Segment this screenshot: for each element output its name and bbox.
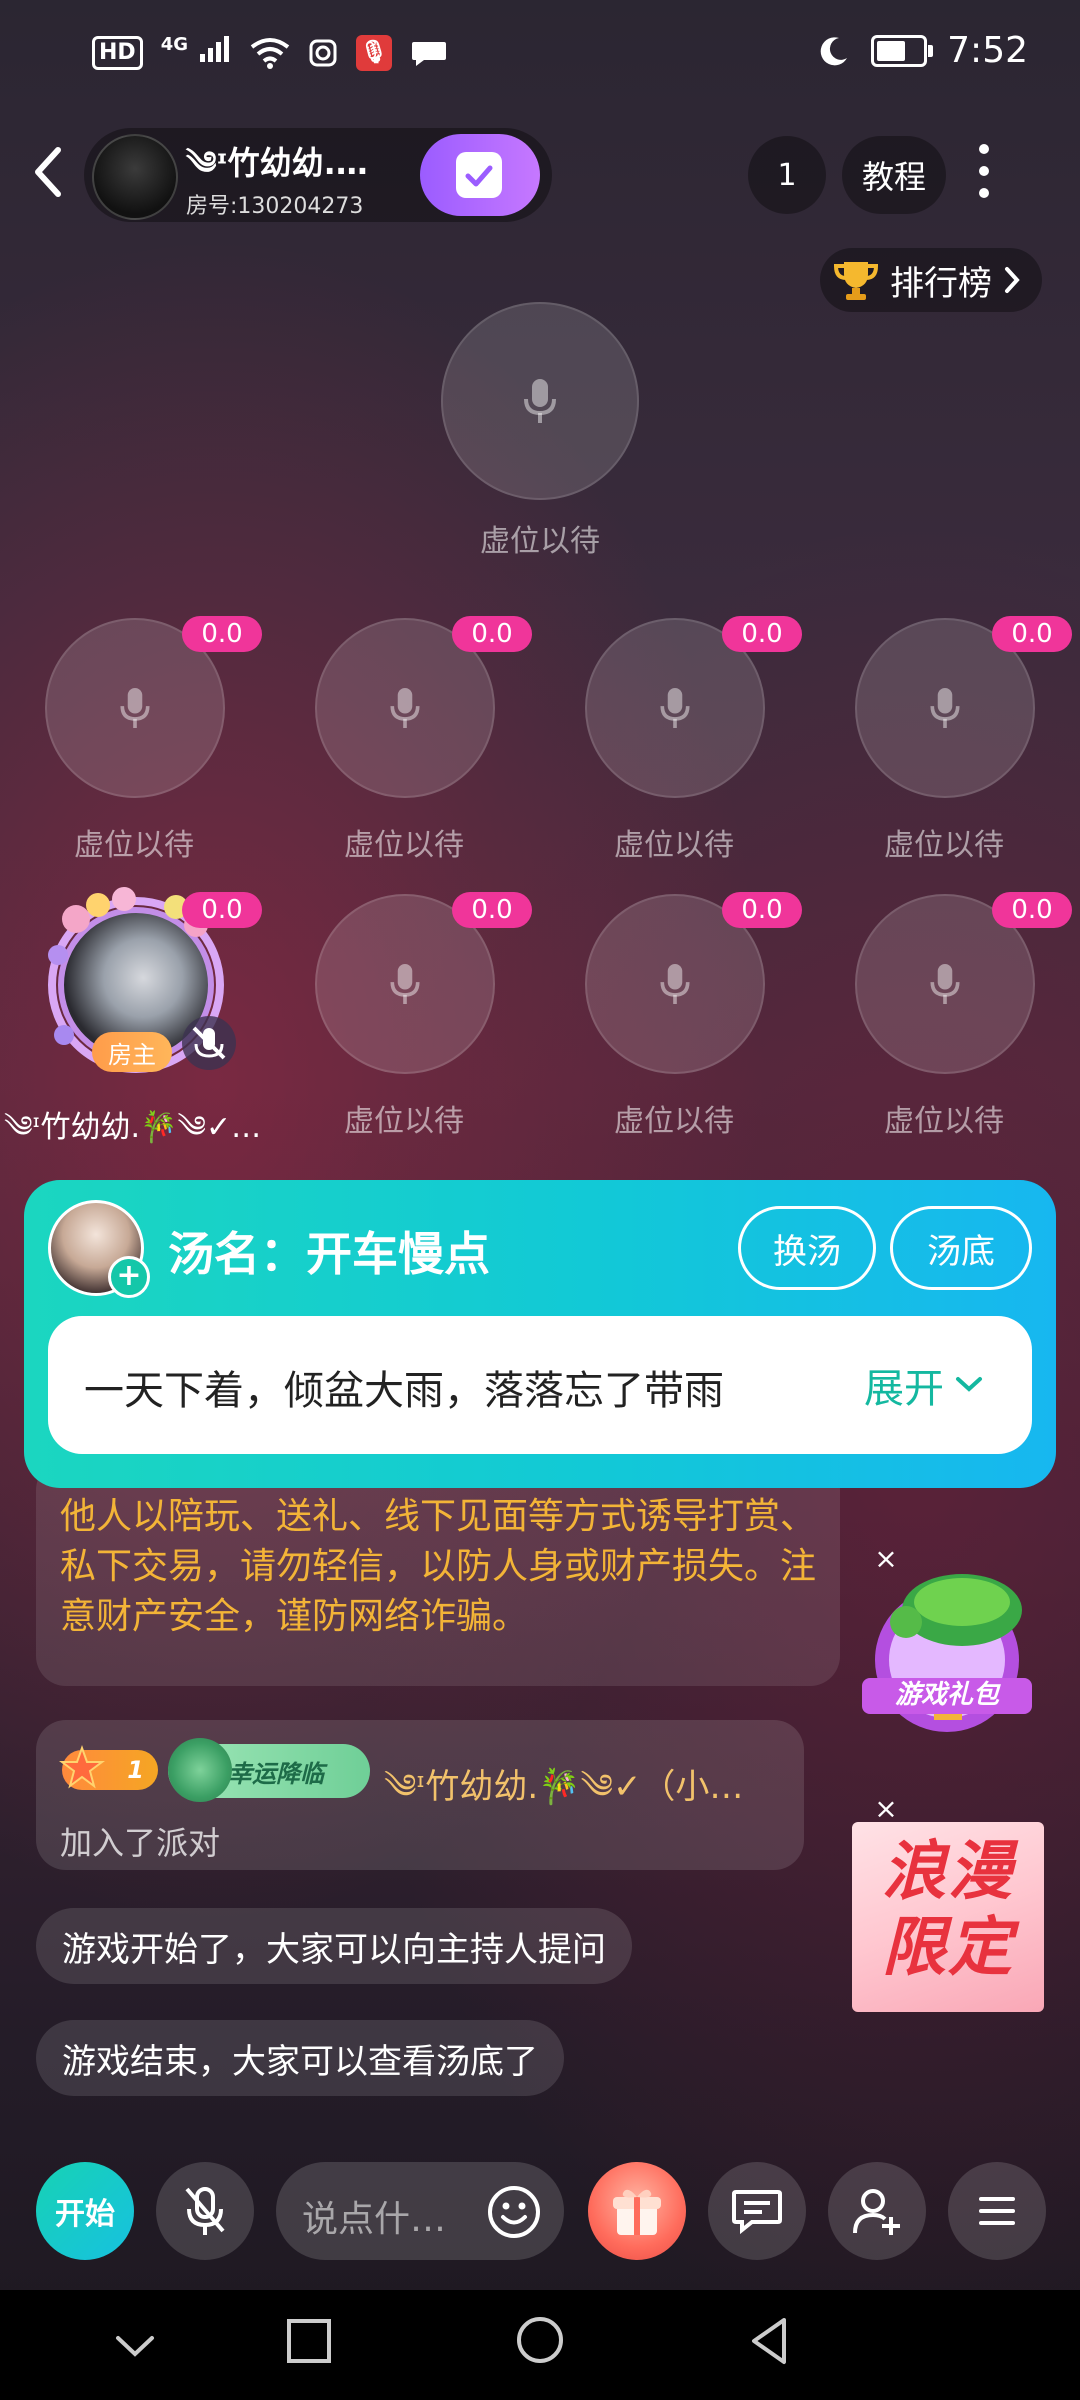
host-seat[interactable] bbox=[441, 302, 639, 500]
more-menu-icon[interactable] bbox=[972, 144, 996, 204]
romance-text: 浪漫 限定 bbox=[882, 1834, 1014, 1985]
online-count[interactable]: 1 bbox=[748, 136, 826, 214]
seat-2-score: 0.0 bbox=[452, 616, 532, 652]
chat-message: 游戏开始了，大家可以向主持人提问 bbox=[36, 1908, 632, 1984]
mic-recording-icon: 🎙 bbox=[355, 34, 392, 71]
moon-icon bbox=[820, 36, 848, 65]
seat-3-label: 虚位以待 bbox=[614, 828, 734, 863]
nav-back-icon[interactable] bbox=[744, 2314, 794, 2368]
mic-icon bbox=[390, 964, 420, 1004]
mic-icon bbox=[660, 964, 690, 1004]
gift-icon bbox=[613, 2189, 661, 2235]
hd-indicator: HD bbox=[92, 35, 143, 70]
romance-promo[interactable]: 浪漫 限定 bbox=[852, 1822, 1044, 2012]
chat-bubble-icon bbox=[732, 2190, 782, 2235]
wifi-icon bbox=[250, 37, 289, 69]
nav-home-icon[interactable] bbox=[514, 2314, 566, 2366]
muted-mic-icon bbox=[182, 1016, 236, 1070]
mic-toggle-button[interactable] bbox=[156, 2162, 254, 2260]
expand-button[interactable]: 展开 bbox=[864, 1356, 984, 1414]
seat-1-label: 虚位以待 bbox=[74, 828, 194, 863]
star-icon bbox=[59, 1745, 105, 1789]
mic-icon bbox=[524, 379, 556, 423]
emoji-icon[interactable] bbox=[486, 2184, 542, 2240]
host-seat-label: 虚位以待 bbox=[480, 524, 600, 559]
seat-3-score: 0.0 bbox=[722, 616, 802, 652]
owner-seat-score: 0.0 bbox=[182, 892, 262, 928]
soup-answer-button[interactable]: 汤底 bbox=[890, 1206, 1032, 1290]
mic-icon bbox=[120, 688, 150, 728]
join-user-name[interactable]: ༄ᶦ竹幼幼.🎋༄✓（小… bbox=[384, 1748, 743, 1844]
soup-content-text: 一天下着，倾盆大雨，落落忘了带雨 bbox=[84, 1368, 724, 1414]
menu-icon bbox=[979, 2197, 1015, 2225]
back-icon[interactable] bbox=[24, 142, 74, 202]
gift-button[interactable] bbox=[588, 2162, 686, 2260]
seat-7-score: 0.0 bbox=[722, 892, 802, 928]
seat-8-label: 虚位以待 bbox=[884, 1104, 1004, 1139]
room-id: 房号:130204273 bbox=[186, 194, 364, 219]
owner-badge: 房主 bbox=[92, 1032, 172, 1072]
nav-down-icon[interactable] bbox=[110, 2326, 160, 2366]
mic-icon bbox=[930, 964, 960, 1004]
status-right: 7:52 bbox=[817, 30, 1028, 71]
battery-icon bbox=[871, 34, 934, 67]
add-icon[interactable]: + bbox=[108, 1256, 150, 1298]
mic-icon bbox=[930, 688, 960, 728]
chat-message: 游戏结束，大家可以查看汤底了 bbox=[36, 2020, 564, 2096]
soup-title: 汤名：开车慢点 bbox=[168, 1227, 490, 1281]
calendar-check-icon bbox=[456, 152, 502, 198]
nav-recents-icon[interactable] bbox=[284, 2316, 334, 2366]
messages-button[interactable] bbox=[708, 2162, 806, 2260]
system-nav-bar bbox=[0, 2290, 1080, 2400]
leaderboard-button[interactable]: 排行榜 bbox=[820, 248, 1042, 312]
trophy-icon bbox=[833, 262, 879, 300]
invite-user-button[interactable] bbox=[828, 2162, 926, 2260]
seat-8-score: 0.0 bbox=[992, 892, 1072, 928]
clover-icon bbox=[168, 1738, 232, 1802]
game-gift-promo[interactable]: 游戏礼包 bbox=[852, 1540, 1042, 1740]
menu-button[interactable] bbox=[948, 2162, 1046, 2260]
seat-6-score: 0.0 bbox=[452, 892, 532, 928]
leaderboard-label: 排行榜 bbox=[890, 263, 992, 304]
tutorial-button[interactable]: 教程 bbox=[842, 136, 946, 214]
add-user-icon bbox=[853, 2189, 900, 2235]
signal-icon bbox=[199, 36, 229, 62]
seat-4-label: 虚位以待 bbox=[884, 828, 1004, 863]
seat-6-label: 虚位以待 bbox=[344, 1104, 464, 1139]
room-avatar[interactable] bbox=[92, 134, 178, 220]
mic-icon bbox=[390, 688, 420, 728]
chevron-down-icon bbox=[956, 1377, 982, 1392]
checkin-button[interactable] bbox=[420, 134, 540, 216]
chevron-right-icon bbox=[1005, 267, 1020, 293]
clock: 7:52 bbox=[947, 30, 1028, 71]
status-bar: HD 4G 🎙 7:52 bbox=[0, 0, 1080, 110]
mic-icon bbox=[660, 688, 690, 728]
seat-1-score: 0.0 bbox=[182, 616, 262, 652]
seat-2-label: 虚位以待 bbox=[344, 828, 464, 863]
join-action: 加入了派对 bbox=[60, 1824, 221, 1862]
seat-7-label: 虚位以待 bbox=[614, 1104, 734, 1139]
start-game-button[interactable]: 开始 bbox=[36, 2162, 134, 2260]
message-icon bbox=[411, 41, 446, 66]
mic-off-icon bbox=[185, 2187, 225, 2235]
network-indicator: 4G bbox=[161, 34, 232, 71]
owner-name: ༄ᶦ竹幼幼.🎋༄✓… bbox=[4, 1110, 262, 1145]
change-soup-button[interactable]: 换汤 bbox=[738, 1206, 876, 1290]
game-gift-label: 游戏礼包 bbox=[895, 1680, 1001, 1710]
status-left: HD 4G 🎙 bbox=[92, 34, 448, 71]
seat-4-score: 0.0 bbox=[992, 616, 1072, 652]
expand-label: 展开 bbox=[864, 1366, 944, 1412]
shield-icon bbox=[309, 39, 337, 66]
chat-input-placeholder: 说点什… bbox=[302, 2199, 447, 2240]
